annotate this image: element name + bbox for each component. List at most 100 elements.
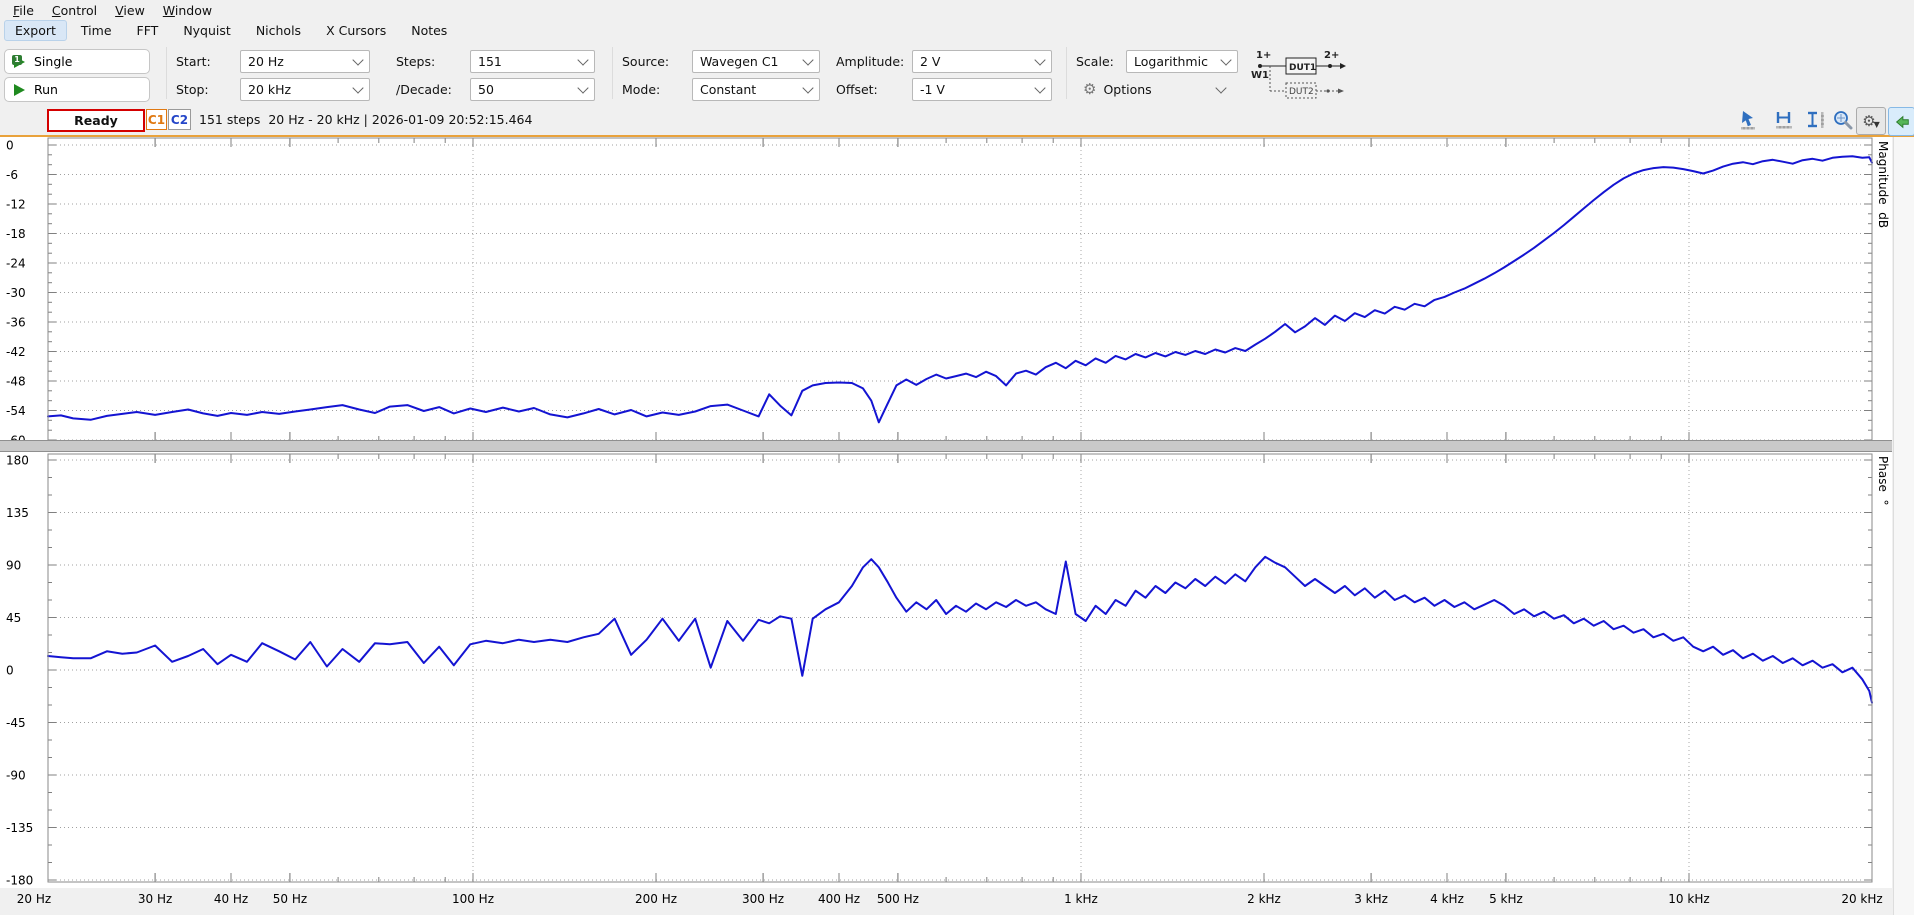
menu-view[interactable]: View [106, 1, 154, 20]
x-tick-label: 50 Hz [273, 892, 307, 906]
menu-control[interactable]: Control [43, 1, 106, 20]
x-tick-label: 4 kHz [1430, 892, 1464, 906]
tab-fft[interactable]: FFT [126, 20, 170, 41]
diagram-node2-label: 2+ [1324, 50, 1339, 61]
status-info-text: 151 steps 20 Hz - 20 kHz | 2026-01-09 20… [199, 109, 532, 130]
options-dropdown[interactable]: ⚙ Options [1076, 78, 1238, 101]
svg-text:-30: -30 [6, 286, 26, 300]
frequency-axis-labels: 20 Hz30 Hz40 Hz50 Hz100 Hz200 Hz300 Hz40… [0, 888, 1892, 915]
svg-text:180: 180 [6, 454, 29, 468]
toolbar-separator [612, 47, 613, 99]
tab-nyquist[interactable]: Nyquist [172, 20, 242, 41]
svg-text:-36: -36 [6, 316, 26, 330]
chevron-down-icon [577, 82, 588, 93]
svg-text:-18: -18 [6, 227, 26, 241]
chevron-down-icon [1034, 82, 1045, 93]
stop-combobox[interactable]: 20 kHz [240, 78, 370, 101]
diagram-w1-label: W1 [1251, 70, 1269, 81]
vertical-cursors-icon[interactable] [1804, 109, 1828, 131]
svg-text:0: 0 [6, 139, 14, 153]
chevron-down-icon [352, 82, 363, 93]
svg-text:-45: -45 [6, 716, 26, 730]
toolbar-separator [166, 47, 167, 99]
phase-plot[interactable]: 18013590450-45-90-135-180 [0, 452, 1892, 888]
dut-wiring-diagram: 1+ W1 DUT1 2+ DUT2 [1248, 47, 1360, 103]
chevron-down-icon [802, 82, 813, 93]
x-tick-label: 300 Hz [742, 892, 784, 906]
run-button-label: Run [34, 82, 58, 97]
source-label: Source: [622, 49, 669, 74]
svg-text:-135: -135 [6, 821, 33, 835]
horizontal-cursors-icon[interactable] [1772, 109, 1796, 131]
amplitude-combobox[interactable]: 2 V [912, 50, 1052, 73]
svg-text:-90: -90 [6, 769, 26, 783]
tabbar: ExportTimeFFTNyquistNicholsX CursorsNote… [0, 20, 1914, 41]
x-tick-label: 20 kHz [1841, 892, 1882, 906]
network-analyzer-window: FileControlViewWindow ExportTimeFFTNyqui… [0, 0, 1914, 915]
offset-label: Offset: [836, 77, 878, 102]
run-play-icon [14, 84, 25, 96]
toolbar-separator [1066, 47, 1067, 99]
zoom-icon[interactable] [1832, 109, 1856, 131]
diagram-dut2-label: DUT2 [1289, 87, 1314, 97]
tab-time[interactable]: Time [70, 20, 123, 41]
menu-window[interactable]: Window [154, 1, 221, 20]
tab-export[interactable]: Export [4, 20, 67, 41]
channel-1-badge[interactable]: C1 [146, 109, 167, 130]
x-tick-label: 100 Hz [452, 892, 494, 906]
svg-text:-42: -42 [6, 345, 26, 359]
x-tick-label: 3 kHz [1354, 892, 1388, 906]
plot-settings-menu-button[interactable]: ⚙ ▼ [1856, 107, 1886, 135]
svg-text:-180: -180 [6, 874, 33, 888]
steps-combobox[interactable]: 151 [470, 50, 595, 73]
magnitude-plot[interactable]: 0-6-12-18-24-30-36-42-48-54-60 [0, 137, 1892, 443]
svg-text:90: 90 [6, 559, 21, 573]
tab-notes[interactable]: Notes [400, 20, 458, 41]
x-tick-label: 1 kHz [1064, 892, 1098, 906]
chevron-down-icon [802, 54, 813, 65]
mode-label: Mode: [622, 77, 660, 102]
menu-file[interactable]: File [4, 1, 43, 20]
svg-text:135: 135 [6, 506, 29, 520]
single-button[interactable]: 1 Single [4, 49, 150, 74]
gear-icon: ⚙ [1083, 78, 1096, 101]
scale-label: Scale: [1076, 49, 1114, 74]
single-play-icon: 1 [14, 56, 25, 68]
single-button-label: Single [34, 54, 72, 69]
charts-area: 0-6-12-18-24-30-36-42-48-54-60 180135904… [0, 137, 1892, 915]
channel-2-badge[interactable]: C2 [168, 109, 191, 130]
menubar: FileControlViewWindow [0, 0, 1914, 20]
per-decade-label: /Decade: [396, 77, 452, 102]
single-badge: 1 [12, 55, 22, 65]
per-decade-combobox[interactable]: 50 [470, 78, 595, 101]
run-button[interactable]: Run [4, 77, 150, 102]
cursor-measure-icon[interactable] [1738, 109, 1762, 131]
offset-combobox[interactable]: -1 V [912, 78, 1052, 101]
chevron-down-icon [577, 54, 588, 65]
x-tick-label: 200 Hz [635, 892, 677, 906]
mode-combobox[interactable]: Constant [692, 78, 820, 101]
x-tick-label: 10 kHz [1668, 892, 1709, 906]
x-tick-label: 5 kHz [1489, 892, 1523, 906]
chart-splitter[interactable] [0, 440, 1892, 452]
phase-axis-title: Phase ° [1876, 456, 1890, 505]
steps-label: Steps: [396, 49, 435, 74]
tab-x-cursors[interactable]: X Cursors [315, 20, 397, 41]
svg-text:-24: -24 [6, 257, 26, 271]
svg-text:-48: -48 [6, 375, 26, 389]
chevron-down-icon [1215, 82, 1226, 93]
scale-combobox[interactable]: Logarithmic [1126, 50, 1238, 73]
green-left-arrow-icon [1893, 113, 1911, 131]
svg-text:-54: -54 [6, 404, 26, 418]
x-tick-label: 400 Hz [818, 892, 860, 906]
source-combobox[interactable]: Wavegen C1 [692, 50, 820, 73]
magnitude-axis-title: Magnitude dB [1876, 141, 1890, 228]
diagram-node1-label: 1+ [1256, 50, 1271, 61]
svg-text:0: 0 [6, 664, 14, 678]
collapsed-side-panel [1893, 137, 1914, 915]
expand-side-panel-button[interactable] [1888, 107, 1914, 136]
x-tick-label: 2 kHz [1247, 892, 1281, 906]
svg-text:-12: -12 [6, 198, 26, 212]
start-combobox[interactable]: 20 Hz [240, 50, 370, 73]
tab-nichols[interactable]: Nichols [245, 20, 312, 41]
